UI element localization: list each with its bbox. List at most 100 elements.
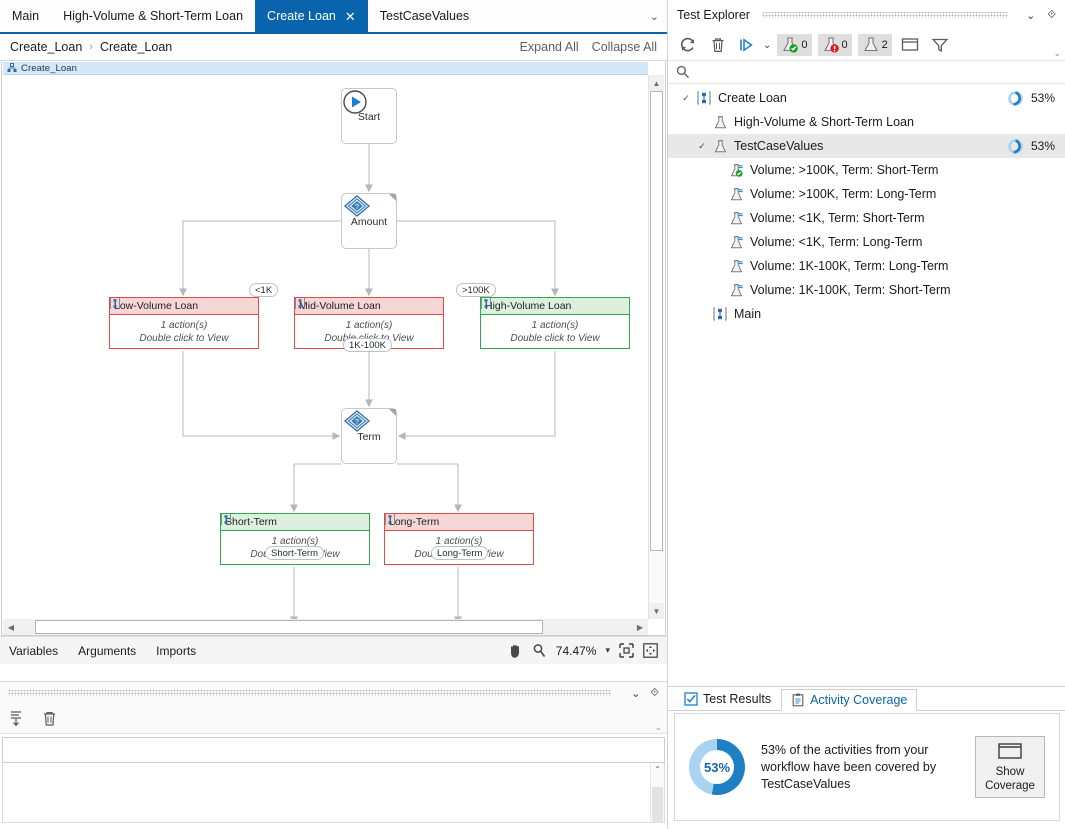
- drag-handle[interactable]: [8, 690, 612, 696]
- state-header: Low-Volume Loan: [110, 298, 258, 315]
- variables-panel-button[interactable]: Variables: [9, 644, 58, 658]
- coverage-ring-icon: [1008, 90, 1023, 106]
- tree-item-test-case-5[interactable]: Volume: 1K-100K, Term: Long-Term: [668, 254, 1065, 278]
- tab-label: Main: [12, 9, 40, 23]
- tab-main[interactable]: Main: [0, 0, 51, 32]
- workflow-node-start[interactable]: Start: [341, 88, 397, 144]
- show-coverage-line2: Coverage: [985, 779, 1035, 792]
- scroll-up-icon[interactable]: ⌃: [651, 763, 664, 777]
- chevron-down-icon[interactable]: ⌄: [654, 722, 662, 733]
- tree-item-label: Volume: <1K, Term: Short-Term: [750, 211, 925, 225]
- overview-icon[interactable]: [643, 643, 658, 658]
- tab-activity-coverage[interactable]: Activity Coverage: [781, 689, 918, 711]
- tree-item-create-loan[interactable]: ✓ Create Loan 53%: [668, 86, 1065, 110]
- scrollbar-thumb[interactable]: [650, 91, 663, 551]
- canvas-horizontal-scrollbar[interactable]: ◀ ▶: [3, 619, 648, 635]
- tab-create-loan[interactable]: Create Loan ✕: [255, 0, 368, 32]
- fit-to-screen-icon[interactable]: [619, 643, 634, 658]
- tab-testcasevalues[interactable]: TestCaseValues: [368, 0, 481, 32]
- chevron-down-icon[interactable]: ▾: [605, 645, 610, 656]
- tree-item-test-case-2[interactable]: Volume: >100K, Term: Long-Term: [668, 182, 1065, 206]
- scrollbar-thumb[interactable]: [652, 787, 663, 823]
- workflow-canvas[interactable]: Start ? Amount ? Term Low-Volume Loan 1 …: [3, 75, 648, 619]
- edge-label-mid: 1K-100K: [343, 338, 392, 352]
- test-tree: ✓ Create Loan 53% High-Volume & Short-Te…: [668, 84, 1065, 326]
- tree-item-main[interactable]: Main: [668, 302, 1065, 326]
- chevron-down-icon[interactable]: ⌄: [650, 0, 659, 32]
- tree-item-high-volume-short-term-loan[interactable]: High-Volume & Short-Term Loan: [668, 110, 1065, 134]
- coverage-percent-value: 53%: [703, 759, 731, 775]
- test-explorer-pane: Test Explorer ⌄ ⟐ ⌄ 0 0 2 ⌄ ✓ Create Loa…: [667, 0, 1065, 829]
- scroll-down-icon[interactable]: ▼: [649, 603, 664, 619]
- tree-item-label: Volume: >100K, Term: Short-Term: [750, 163, 939, 177]
- magnifier-icon[interactable]: [532, 643, 547, 659]
- scrollbar-track[interactable]: [19, 620, 632, 634]
- workflow-node-low-volume-loan[interactable]: Low-Volume Loan 1 action(s) Double click…: [109, 297, 259, 349]
- dock-content-area[interactable]: ⌃: [2, 763, 665, 823]
- canvas-vertical-scrollbar[interactable]: ▲ ▼: [648, 75, 664, 619]
- flow-switch-icon: ?: [343, 410, 371, 432]
- flow-switch-icon: ?: [343, 195, 371, 217]
- tab-high-volume-short-term-loan[interactable]: High-Volume & Short-Term Loan: [51, 0, 255, 32]
- tree-item-test-case-1[interactable]: Volume: >100K, Term: Short-Term: [668, 158, 1065, 182]
- scroll-right-icon[interactable]: ▶: [632, 623, 648, 632]
- workflow-node-term[interactable]: ? Term: [341, 408, 397, 464]
- scroll-up-icon[interactable]: ▲: [649, 75, 664, 91]
- collapse-corner-icon[interactable]: [389, 409, 396, 416]
- tree-item-testcasevalues[interactable]: ✓ TestCaseValues 53%: [668, 134, 1065, 158]
- state-header: High-Volume Loan: [481, 298, 629, 315]
- state-header: Mid-Volume Loan: [295, 298, 443, 315]
- output-window-icon[interactable]: [898, 34, 922, 56]
- tree-item-test-case-3[interactable]: Volume: <1K, Term: Short-Term: [668, 206, 1065, 230]
- chevron-down-icon[interactable]: ⌄: [1026, 9, 1035, 22]
- failed-tests-counter[interactable]: 0: [817, 34, 852, 56]
- chevron-down-icon[interactable]: ⌄: [763, 40, 771, 51]
- passed-tests-counter[interactable]: 0: [777, 34, 812, 56]
- test-search-bar[interactable]: [668, 60, 1065, 84]
- workflow-node-amount[interactable]: ? Amount: [341, 193, 397, 249]
- dock-input-field[interactable]: [2, 737, 665, 763]
- arguments-panel-button[interactable]: Arguments: [78, 644, 136, 658]
- tree-item-test-case-4[interactable]: Volume: <1K, Term: Long-Term: [668, 230, 1065, 254]
- hand-icon[interactable]: [508, 643, 523, 659]
- trash-icon[interactable]: [706, 34, 730, 56]
- collapse-corner-icon[interactable]: [389, 194, 396, 201]
- trash-icon[interactable]: [41, 710, 58, 727]
- scrollbar-thumb[interactable]: [35, 620, 543, 634]
- collapse-all-button[interactable]: Collapse All: [592, 40, 657, 54]
- workflow-node-high-volume-loan[interactable]: High-Volume Loan 1 action(s) Double clic…: [480, 297, 630, 349]
- refresh-icon[interactable]: [676, 34, 700, 56]
- pin-icon[interactable]: ⟐: [1047, 9, 1056, 22]
- chevron-down-icon[interactable]: ✓: [678, 93, 694, 104]
- activity-coverage-body: 53% 53% of the activities from your work…: [674, 713, 1060, 821]
- close-icon[interactable]: ✕: [345, 10, 356, 23]
- run-tests-icon[interactable]: [736, 34, 760, 56]
- chevron-down-icon[interactable]: ⌄: [1053, 48, 1061, 59]
- tree-item-test-case-6[interactable]: Volume: 1K-100K, Term: Short-Term: [668, 278, 1065, 302]
- state-action-count: 1 action(s): [531, 319, 579, 331]
- chevron-down-icon[interactable]: ✓: [694, 141, 710, 152]
- breadcrumb-current[interactable]: Create_Loan: [100, 40, 172, 54]
- state-title: High-Volume Loan: [485, 300, 572, 312]
- scroll-left-icon[interactable]: ◀: [3, 623, 19, 632]
- imports-panel-button[interactable]: Imports: [156, 644, 196, 658]
- expand-all-button[interactable]: Expand All: [520, 40, 579, 54]
- breadcrumb-root[interactable]: Create_Loan: [10, 40, 82, 54]
- tab-test-results[interactable]: Test Results: [674, 688, 781, 710]
- search-input[interactable]: [696, 64, 1057, 80]
- chevron-down-icon[interactable]: ⌄: [631, 687, 640, 700]
- export-icon[interactable]: [10, 710, 27, 727]
- tab-label: TestCaseValues: [379, 9, 470, 23]
- pin-icon[interactable]: ⟐: [650, 687, 659, 700]
- notrun-tests-counter[interactable]: 2: [857, 34, 892, 56]
- drag-handle[interactable]: [761, 12, 1009, 18]
- flask-icon: [710, 139, 730, 154]
- dock-vertical-scrollbar[interactable]: ⌃: [650, 763, 664, 823]
- show-coverage-button[interactable]: Show Coverage: [975, 736, 1045, 798]
- coverage-message: 53% of the activities from your workflow…: [761, 742, 937, 791]
- workflow-icon: [710, 307, 730, 321]
- edge-label-low: <1K: [249, 283, 279, 297]
- filter-icon[interactable]: [928, 34, 952, 56]
- clipboard-icon: [792, 693, 804, 707]
- results-tab-label: Activity Coverage: [810, 693, 908, 707]
